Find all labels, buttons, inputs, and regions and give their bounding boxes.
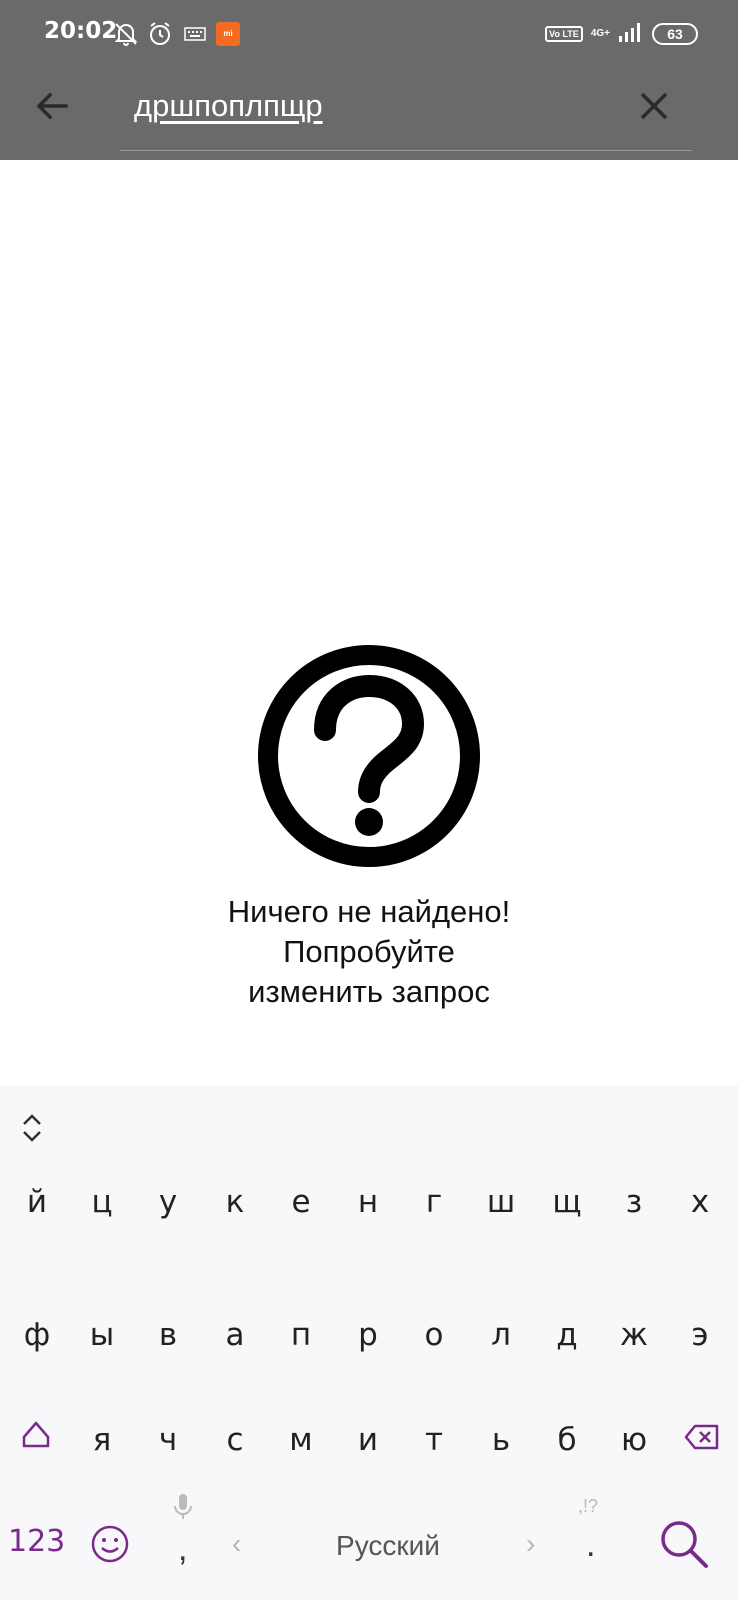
muted-bell-icon xyxy=(114,20,138,48)
key[interactable]: з xyxy=(604,1172,664,1232)
search-input[interactable]: дршпоплпщр xyxy=(134,88,614,124)
alarm-icon xyxy=(148,20,172,48)
key[interactable]: о xyxy=(404,1305,464,1365)
xiaomi-app-icon: mi xyxy=(216,20,240,48)
key[interactable]: а xyxy=(205,1305,265,1365)
backspace-icon xyxy=(684,1424,719,1450)
chevron-up-down-icon xyxy=(23,1114,41,1142)
key[interactable]: у xyxy=(138,1172,198,1232)
clear-search-button[interactable] xyxy=(636,88,672,124)
key[interactable]: я xyxy=(72,1410,132,1470)
punctuation-hint: ,!? xyxy=(578,1496,599,1516)
microphone-icon xyxy=(172,1492,194,1522)
keyboard-icon xyxy=(184,20,206,48)
keyboard-row-3: я ч с м и т ь б ю xyxy=(0,1410,738,1470)
help-circle-icon xyxy=(258,645,480,867)
screen: 20:02 mi Vo LTE 4G+ 63 дршпоплпщр Ничего… xyxy=(0,0,738,1600)
volte-icon: Vo LTE xyxy=(545,26,583,42)
xiaomi-badge-label: mi xyxy=(216,22,240,46)
key[interactable]: й xyxy=(7,1172,67,1232)
cursor-left-key[interactable]: ‹ xyxy=(232,1528,241,1560)
search-underline xyxy=(120,150,692,151)
key[interactable]: щ xyxy=(537,1172,597,1232)
key[interactable]: ш xyxy=(471,1172,531,1232)
close-icon xyxy=(640,92,668,120)
key[interactable]: т xyxy=(404,1410,464,1470)
key[interactable]: ж xyxy=(604,1305,664,1365)
empty-state-message: Ничего не найдено! Попробуйте изменить з… xyxy=(0,892,738,1012)
signal-4g-icon: 4G+ xyxy=(591,29,610,39)
back-button[interactable] xyxy=(32,86,72,126)
keyboard-bottom-row: 123 , ‹ Русский › ,!? . xyxy=(0,1494,738,1600)
key[interactable]: ю xyxy=(604,1410,664,1470)
key[interactable]: д xyxy=(537,1305,597,1365)
key[interactable]: ь xyxy=(471,1410,531,1470)
key[interactable]: л xyxy=(471,1305,531,1365)
space-language-key[interactable]: Русский xyxy=(300,1530,476,1562)
emoji-key[interactable] xyxy=(90,1524,130,1564)
key[interactable]: н xyxy=(338,1172,398,1232)
search-header: 20:02 mi Vo LTE 4G+ 63 дршпоплпщр xyxy=(0,0,738,160)
status-bar: 20:02 mi Vo LTE 4G+ 63 xyxy=(0,0,738,70)
key[interactable]: ц xyxy=(72,1172,132,1232)
key[interactable]: р xyxy=(338,1305,398,1365)
key[interactable]: в xyxy=(138,1305,198,1365)
keyboard-row-1: й ц у к е н г ш щ з х xyxy=(0,1172,738,1232)
search-icon xyxy=(661,1521,708,1568)
key[interactable]: б xyxy=(537,1410,597,1470)
keyboard-row-2: ф ы в а п р о л д ж э xyxy=(0,1305,738,1365)
empty-state-line-3: изменить запрос xyxy=(248,974,490,1009)
key[interactable]: х xyxy=(670,1172,730,1232)
key[interactable]: п xyxy=(271,1305,331,1365)
period-key[interactable]: . xyxy=(586,1526,595,1565)
smiley-icon xyxy=(91,1525,129,1563)
key[interactable]: к xyxy=(205,1172,265,1232)
numbers-key[interactable]: 123 xyxy=(8,1524,65,1559)
key[interactable]: е xyxy=(271,1172,331,1232)
network-type: 4G+ xyxy=(590,28,610,39)
key[interactable]: ф xyxy=(7,1305,67,1365)
empty-state-line-2: Попробуйте xyxy=(283,934,455,969)
cursor-right-key[interactable]: › xyxy=(526,1528,535,1560)
key[interactable]: с xyxy=(205,1410,265,1470)
keyboard-collapse-toggle[interactable] xyxy=(20,1111,44,1145)
key[interactable]: э xyxy=(670,1305,730,1365)
key[interactable]: г xyxy=(404,1172,464,1232)
key[interactable]: ы xyxy=(72,1305,132,1365)
arrow-left-icon xyxy=(36,92,68,120)
battery-icon: 63 xyxy=(652,23,698,45)
key[interactable]: ч xyxy=(138,1410,198,1470)
comma-key[interactable]: , xyxy=(178,1530,187,1569)
backspace-key[interactable] xyxy=(684,1424,720,1450)
search-key[interactable] xyxy=(656,1516,712,1572)
key[interactable]: м xyxy=(271,1410,331,1470)
key[interactable]: и xyxy=(338,1410,398,1470)
status-time: 20:02 xyxy=(44,18,118,44)
empty-state-line-1: Ничего не найдено! xyxy=(227,894,511,929)
signal-bars-icon xyxy=(618,21,644,48)
status-right-icons: Vo LTE 4G+ 63 xyxy=(545,20,698,48)
